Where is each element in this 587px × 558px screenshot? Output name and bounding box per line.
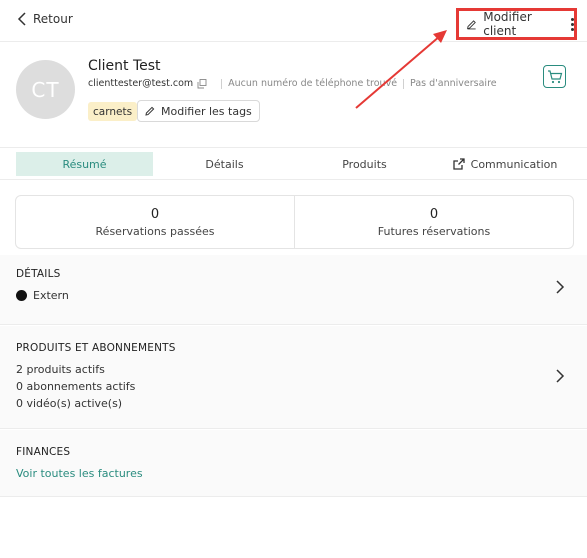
chevron-right-icon[interactable] xyxy=(555,280,565,294)
tab-communication[interactable]: Communication xyxy=(440,152,570,176)
edit-tags-label: Modifier les tags xyxy=(161,104,252,118)
details-section[interactable]: DÉTAILS Extern xyxy=(0,255,587,325)
back-label: Retour xyxy=(33,12,73,26)
stat-label: Réservations passées xyxy=(95,224,215,238)
divider xyxy=(221,78,223,89)
tab-produits[interactable]: Produits xyxy=(296,152,433,176)
client-tag: carnets xyxy=(88,102,138,121)
client-profile: CT Client Test clienttester@test.com Auc… xyxy=(0,43,587,148)
tab-details[interactable]: Détails xyxy=(156,152,293,176)
client-contact-row: clienttester@test.com Aucun numéro de té… xyxy=(88,78,497,89)
chevron-left-icon xyxy=(17,12,26,26)
top-bar: Retour Modifier client xyxy=(0,0,587,42)
cart-icon xyxy=(547,69,562,83)
copy-icon[interactable] xyxy=(197,78,207,89)
divider xyxy=(403,78,405,89)
stat-future-reservations: 0 Futures réservations xyxy=(294,196,573,248)
reservation-stats: 0 Réservations passées 0 Futures réserva… xyxy=(15,195,574,249)
edit-client-label: Modifier client xyxy=(483,10,532,38)
edit-client-button[interactable]: Modifier client xyxy=(456,8,577,40)
client-email: clienttester@test.com xyxy=(88,78,194,89)
chevron-right-icon[interactable] xyxy=(555,369,565,383)
more-options-icon[interactable] xyxy=(571,17,574,31)
status-dot-icon xyxy=(16,290,27,301)
videos-active: 0 vidéo(s) active(s) xyxy=(16,397,123,410)
tab-label: Communication xyxy=(470,157,558,171)
pencil-icon xyxy=(145,106,155,116)
section-title: PRODUITS ET ABONNEMENTS xyxy=(16,342,176,354)
tab-resume[interactable]: Résumé xyxy=(16,152,153,176)
client-phone: Aucun numéro de téléphone trouvé xyxy=(228,78,398,89)
section-title: DÉTAILS xyxy=(16,268,61,280)
pencil-icon xyxy=(467,19,476,29)
stat-value: 0 xyxy=(150,206,160,222)
view-invoices-link[interactable]: Voir toutes les factures xyxy=(16,467,143,480)
client-status: Extern xyxy=(16,289,69,302)
back-button[interactable]: Retour xyxy=(17,12,73,26)
tab-label: Résumé xyxy=(62,157,107,171)
status-label: Extern xyxy=(33,289,69,302)
subscriptions-active: 0 abonnements actifs xyxy=(16,380,136,393)
section-title: FINANCES xyxy=(16,446,71,458)
tab-bar: Résumé Détails Produits Communication xyxy=(0,149,587,180)
finances-section: FINANCES Voir toutes les factures xyxy=(0,430,587,497)
stat-label: Futures réservations xyxy=(377,224,491,238)
client-name: Client Test xyxy=(88,58,161,74)
edit-tags-button[interactable]: Modifier les tags xyxy=(137,100,260,122)
shopping-cart-button[interactable] xyxy=(543,65,566,88)
tab-label: Détails xyxy=(205,157,244,171)
tab-label: Produits xyxy=(342,157,387,171)
products-active: 2 produits actifs xyxy=(16,363,105,376)
avatar: CT xyxy=(16,60,75,119)
external-link-icon xyxy=(452,158,465,170)
stat-value: 0 xyxy=(429,206,439,222)
products-section[interactable]: PRODUITS ET ABONNEMENTS 2 produits actif… xyxy=(0,326,587,429)
stat-past-reservations: 0 Réservations passées xyxy=(16,196,294,248)
client-birthday: Pas d'anniversaire xyxy=(410,78,497,89)
